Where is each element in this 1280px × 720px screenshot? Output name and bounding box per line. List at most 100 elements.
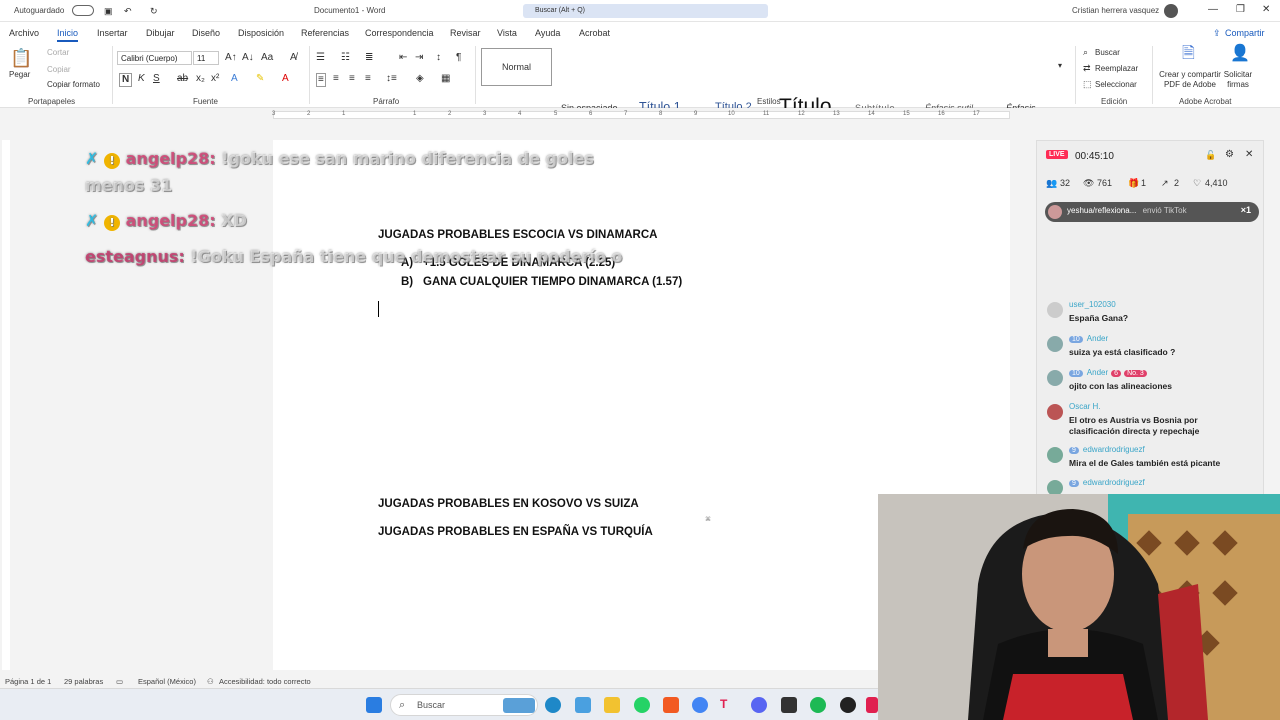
typing-app-icon[interactable]: T [720,697,736,713]
whatsapp-icon[interactable] [634,697,650,713]
pdf-icon[interactable]: 🗎 [1182,46,1195,62]
replace-button[interactable]: Reemplazar [1095,64,1138,73]
borders-icon[interactable]: ▦ [441,73,450,85]
undo-icon[interactable]: ↶ [124,5,132,17]
word-count[interactable]: 29 palabras [64,677,103,686]
minimize-icon[interactable]: — [1208,4,1218,16]
justify-icon[interactable]: ≡ [365,73,371,85]
bold-icon[interactable]: N [119,73,133,87]
settings-icon[interactable]: ⚙ [1225,149,1234,161]
accessibility-status[interactable]: Accesibilidad: todo correcto [219,677,311,686]
copy-button[interactable]: Copiar [47,65,71,74]
maximize-icon[interactable]: ❐ [1236,4,1245,16]
highlight-icon[interactable]: ✎ [256,73,264,85]
bullets-icon[interactable]: ☰ [316,52,325,64]
heading-espana-turquia[interactable]: JUGADAS PROBABLES EN ESPAÑA VS TURQUÍA [378,526,653,538]
taskbar-search[interactable]: ⌕ Buscar [390,694,538,716]
clear-format-icon[interactable]: A̸ [290,52,297,64]
cut-button[interactable]: Cortar [47,48,69,57]
close-icon[interactable]: ✕ [1262,4,1270,16]
font-size-select[interactable]: 11 [193,51,219,65]
horizontal-ruler[interactable]: 3 2 1 1 2 3 4 5 6 7 8 9 10 11 12 13 14 1… [0,108,1280,122]
style-normal[interactable]: Normal [481,48,552,86]
replace-icon: ⇄ [1083,63,1091,73]
tab-acrobat[interactable]: Acrobat [579,28,610,38]
styles-more-icon[interactable]: ▾ [1058,60,1062,72]
tab-ayuda[interactable]: Ayuda [535,28,560,38]
tab-disposicion[interactable]: Disposición [238,28,284,38]
create-pdf-button[interactable]: Crear y compartir PDF de Adobe [1158,70,1222,90]
edge-icon[interactable] [545,697,561,713]
file-explorer-icon[interactable] [604,697,620,713]
tab-archivo[interactable]: Archivo [9,28,39,38]
line-spacing-icon[interactable]: ↕≡ [386,73,397,85]
sort-icon[interactable]: ↕ [436,52,441,64]
paste-button[interactable]: Pegar [9,70,30,79]
pilcrow-icon[interactable]: ¶ [456,52,461,64]
share-button[interactable]: Compartir [1225,28,1265,38]
user-name[interactable]: Cristian herrera vasquez [1072,6,1159,15]
text-effects-icon[interactable]: A [231,73,238,85]
shrink-font-icon[interactable]: A↓ [242,52,254,64]
language[interactable]: Español (México) [138,677,196,686]
grow-font-icon[interactable]: A↑ [225,52,237,64]
webcam-image [878,494,1280,720]
tab-vista[interactable]: Vista [497,28,517,38]
format-painter-button[interactable]: Copiar formato [47,80,100,89]
request-signatures-button[interactable]: Solicitar firmas [1222,70,1254,90]
increase-indent-icon[interactable]: ⇥ [415,52,423,64]
heading-escocia-dinamarca[interactable]: JUGADAS PROBABLES ESCOCIA VS DINAMARCA [378,229,657,241]
font-color-icon[interactable]: A [282,73,289,85]
ruler-number: 3 [483,111,487,117]
user-avatar[interactable] [1164,4,1178,18]
tiktok-icon[interactable] [866,697,878,713]
tab-revisar[interactable]: Revisar [450,28,481,38]
search-box[interactable]: Buscar (Alt + Q) [523,4,768,18]
underline-icon[interactable]: S [153,73,160,85]
select-button[interactable]: Seleccionar [1095,80,1137,89]
tab-insertar[interactable]: Insertar [97,28,128,38]
tab-diseno[interactable]: Diseño [192,28,220,38]
tab-referencias[interactable]: Referencias [301,28,349,38]
find-icon: ⌕ [1083,47,1089,57]
paste-icon[interactable]: 📋 [10,48,32,68]
spotify-icon[interactable] [810,697,826,713]
strikethrough-icon[interactable]: ab [177,73,188,85]
find-button[interactable]: Buscar [1095,48,1120,57]
brave-icon[interactable] [663,697,679,713]
tiktok-live-studio-icon[interactable] [840,697,856,713]
redo-icon[interactable]: ↻ [150,5,158,17]
lock-icon[interactable]: 🔓 [1205,149,1216,161]
italic-icon[interactable]: K [138,73,145,85]
align-left-icon[interactable]: ≡ [316,73,326,87]
tab-inicio[interactable]: Inicio [57,28,79,42]
tab-dibujar[interactable]: Dibujar [146,28,175,38]
vertical-scrollbar[interactable] [1268,122,1280,494]
multilevel-list-icon[interactable]: ≣ [365,52,373,64]
autosave-toggle[interactable] [72,5,94,16]
subscript-icon[interactable]: x₂ [196,73,205,85]
discord-icon[interactable] [751,697,767,713]
align-center-icon[interactable]: ≡ [333,73,339,85]
decrease-indent-icon[interactable]: ⇤ [399,52,407,64]
app-icon[interactable] [575,697,591,713]
superscript-icon[interactable]: x² [211,73,219,85]
save-icon[interactable]: ▣ [104,5,113,17]
close-icon[interactable]: ✕ [1245,149,1253,161]
tab-correspondencia[interactable]: Correspondencia [365,28,434,38]
numbering-icon[interactable]: ☷ [341,52,350,64]
vertical-ruler[interactable] [2,140,10,670]
font-name-select[interactable]: Calibri (Cuerpo) [117,51,192,65]
shading-icon[interactable]: ◈ [416,73,424,85]
align-right-icon[interactable]: ≡ [349,73,355,85]
proofing-icon[interactable]: ▭ [116,677,123,686]
chrome-icon[interactable] [692,697,708,713]
panel-header: LIVE 00:45:10 🔓 ⚙ ✕ [1037,141,1265,169]
heading-kosovo-suiza[interactable]: JUGADAS PROBABLES EN KOSOVO VS SUIZA [378,498,639,510]
windows-start-icon[interactable] [366,697,382,713]
sign-icon[interactable]: 👤 [1230,46,1250,62]
page-count[interactable]: Página 1 de 1 [5,677,51,686]
list-item-b[interactable]: GANA CUALQUIER TIEMPO DINAMARCA (1.57) [423,276,682,288]
calculator-icon[interactable] [781,697,797,713]
change-case-icon[interactable]: Aa [261,52,273,64]
